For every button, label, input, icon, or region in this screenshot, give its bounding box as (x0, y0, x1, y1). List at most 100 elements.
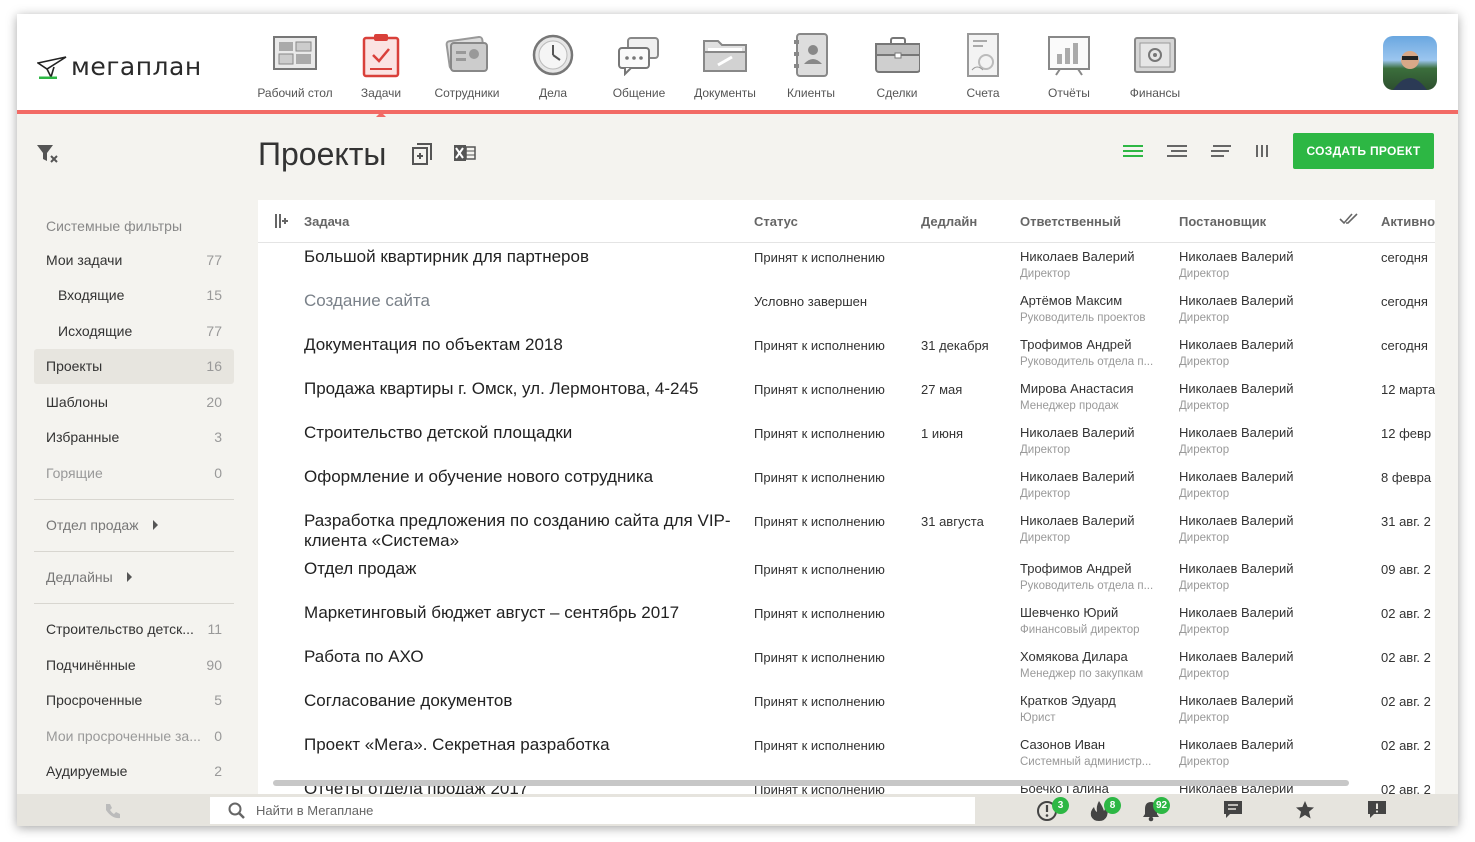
table-row[interactable]: Маркетинговый бюджет август – сентябрь 2… (258, 599, 1435, 643)
filter-templates[interactable]: Шаблоны 20 (34, 384, 234, 420)
filter-favorites[interactable]: Избранные 3 (34, 420, 234, 456)
responsible-name-link[interactable]: Николаев Валерий (1020, 469, 1134, 484)
task-title-link[interactable]: Проект «Мега». Секретная разработка (304, 735, 744, 755)
header-responsible[interactable]: Ответственный (1020, 214, 1121, 229)
nav-employees[interactable]: Сотрудники (424, 32, 510, 102)
copy-add-icon[interactable] (411, 142, 433, 171)
important-message-icon[interactable] (1367, 800, 1387, 825)
responsible-name-link[interactable]: Николаев Валерий (1020, 425, 1134, 440)
filter-projects[interactable]: Проекты 16 (34, 348, 234, 384)
responsible-name-link[interactable]: Николаев Валерий (1020, 513, 1134, 528)
setter-name-link[interactable]: Николаев Валерий (1179, 737, 1293, 752)
setter-name-link[interactable]: Николаев Валерий (1179, 693, 1293, 708)
setter-name-link[interactable]: Николаев Валерий (1179, 293, 1293, 308)
header-setter[interactable]: Постановщик (1179, 214, 1266, 229)
table-row[interactable]: Проект «Мега». Секретная разработка Приня… (258, 731, 1435, 775)
setter-name-link[interactable]: Николаев Валерий (1179, 249, 1293, 264)
table-row[interactable]: Строительство детской площадки Принят к и… (258, 419, 1435, 463)
header-task[interactable]: Задача (304, 214, 349, 229)
table-row[interactable]: Продажа квартиры г. Омск, ул. Лермонтова… (258, 375, 1435, 419)
filter-incoming[interactable]: Входящие 15 (34, 278, 234, 314)
nav-communication[interactable]: Общение (596, 32, 682, 102)
setter-name-link[interactable]: Николаев Валерий (1179, 337, 1293, 352)
task-title-link[interactable]: Разработка предложения по созданию сайта… (304, 511, 744, 551)
task-title-link[interactable]: Большой квартирник для партнеров (304, 247, 744, 267)
double-check-icon[interactable] (1339, 212, 1359, 229)
nav-clients[interactable]: Клиенты (768, 32, 854, 102)
invoice-icon (960, 32, 1006, 78)
task-activity: сегодня (1381, 294, 1428, 309)
filter-clear-icon[interactable] (36, 144, 58, 169)
setter-name-link[interactable]: Николаев Валерий (1179, 513, 1293, 528)
task-title-link[interactable]: Создание сайта (304, 291, 744, 311)
table-row[interactable]: Создание сайта Условно завершен Артёмов Ма… (258, 287, 1435, 331)
header-activity[interactable]: Активно (1381, 214, 1435, 229)
task-title-link[interactable]: Продажа квартиры г. Омск, ул. Лермонтова… (304, 379, 744, 399)
task-title-link[interactable]: Согласование документов (304, 691, 744, 711)
filter-my-overdue[interactable]: Мои просроченные за... 0 (34, 718, 234, 754)
table-row[interactable]: Отдел продаж Принят к исполнению Трофимов … (258, 555, 1435, 599)
group-deadlines[interactable]: Дедлайны (34, 560, 234, 595)
nav-desktop[interactable]: Рабочий стол (252, 32, 338, 102)
setter-name-link[interactable]: Николаев Валерий (1179, 649, 1293, 664)
table-row[interactable]: Большой квартирник для партнеров Принят к… (258, 243, 1435, 287)
responsible-name-link[interactable]: Трофимов Андрей (1020, 561, 1153, 576)
header-deadline[interactable]: Дедлайн (921, 214, 977, 229)
task-deadline: 31 августа (921, 514, 984, 529)
nav-reports[interactable]: Отчёты (1026, 32, 1112, 102)
responsible-name-link[interactable]: Трофимов Андрей (1020, 337, 1153, 352)
filter-subordinates[interactable]: Подчинённые 90 (34, 647, 234, 683)
task-title-link[interactable]: Отдел продаж (304, 559, 744, 579)
excel-export-icon[interactable] (453, 142, 477, 171)
list-view-full-icon[interactable] (1122, 144, 1144, 163)
nav-invoices[interactable]: Счета (940, 32, 1026, 102)
responsible-name-link[interactable]: Кратков Эдуард (1020, 693, 1116, 708)
setter-name-link[interactable]: Николаев Валерий (1179, 561, 1293, 576)
responsible-name-link[interactable]: Артёмов Максим (1020, 293, 1146, 308)
setter-name-link[interactable]: Николаев Валерий (1179, 469, 1293, 484)
group-sales-department[interactable]: Отдел продаж (34, 508, 234, 543)
filter-audited[interactable]: Аудируемые 2 (34, 754, 234, 790)
nav-finance[interactable]: Финансы (1112, 32, 1198, 102)
nav-deals[interactable]: Сделки (854, 32, 940, 102)
filter-my-tasks[interactable]: Мои задачи 77 (34, 242, 234, 278)
horizontal-scrollbar[interactable] (273, 780, 1349, 786)
task-title-link[interactable]: Оформление и обучение нового сотрудника (304, 467, 744, 487)
align-right-icon[interactable] (1166, 144, 1188, 163)
star-icon[interactable] (1295, 800, 1315, 825)
message-icon[interactable] (1223, 800, 1243, 825)
responsible-name-link[interactable]: Шевченко Юрий (1020, 605, 1140, 620)
table-row[interactable]: Документация по объектам 2018 Принят к ис… (258, 331, 1435, 375)
responsible-name-link[interactable]: Хомякова Дилара (1020, 649, 1143, 664)
nav-documents[interactable]: Документы (682, 32, 768, 102)
phone-icon[interactable] (103, 802, 121, 825)
column-settings-icon[interactable] (274, 213, 288, 232)
filter-overdue[interactable]: Просроченные 5 (34, 683, 234, 719)
filter-playground-construction[interactable]: Строительство детск... 11 (34, 612, 234, 648)
header-status[interactable]: Статус (754, 214, 798, 229)
nav-tasks[interactable]: Задачи (338, 32, 424, 117)
table-row[interactable]: Согласование документов Принят к исполнен… (258, 687, 1435, 731)
responsible-name-link[interactable]: Николаев Валерий (1020, 249, 1134, 264)
filter-outgoing[interactable]: Исходящие 77 (34, 313, 234, 349)
megaplan-logo[interactable]: мегаплан (37, 52, 202, 81)
responsible-name-link[interactable]: Мирова Анастасия (1020, 381, 1134, 396)
responsible-name-link[interactable]: Сазонов Иван (1020, 737, 1151, 752)
filter-hot[interactable]: Горящие 0 (34, 455, 234, 491)
setter-name-link[interactable]: Николаев Валерий (1179, 425, 1293, 440)
align-left-icon[interactable] (1210, 144, 1232, 163)
setter-name-link[interactable]: Николаев Валерий (1179, 381, 1293, 396)
columns-view-icon[interactable] (1254, 144, 1270, 163)
table-row[interactable]: Разработка предложения по созданию сайта… (258, 507, 1435, 551)
task-title-link[interactable]: Документация по объектам 2018 (304, 335, 744, 355)
task-title-link[interactable]: Строительство детской площадки (304, 423, 744, 443)
task-title-link[interactable]: Маркетинговый бюджет август – сентябрь 2… (304, 603, 744, 623)
user-avatar[interactable] (1383, 36, 1437, 90)
search-bar[interactable]: Найти в Мегаплане (210, 797, 975, 824)
create-project-button[interactable]: СОЗДАТЬ ПРОЕКТ (1293, 133, 1434, 169)
nav-affairs[interactable]: Дела (510, 32, 596, 102)
setter-name-link[interactable]: Николаев Валерий (1179, 605, 1293, 620)
table-row[interactable]: Работа по АХО Принят к исполнению Хомякова… (258, 643, 1435, 687)
task-title-link[interactable]: Работа по АХО (304, 647, 744, 667)
table-row[interactable]: Оформление и обучение нового сотрудника П… (258, 463, 1435, 507)
